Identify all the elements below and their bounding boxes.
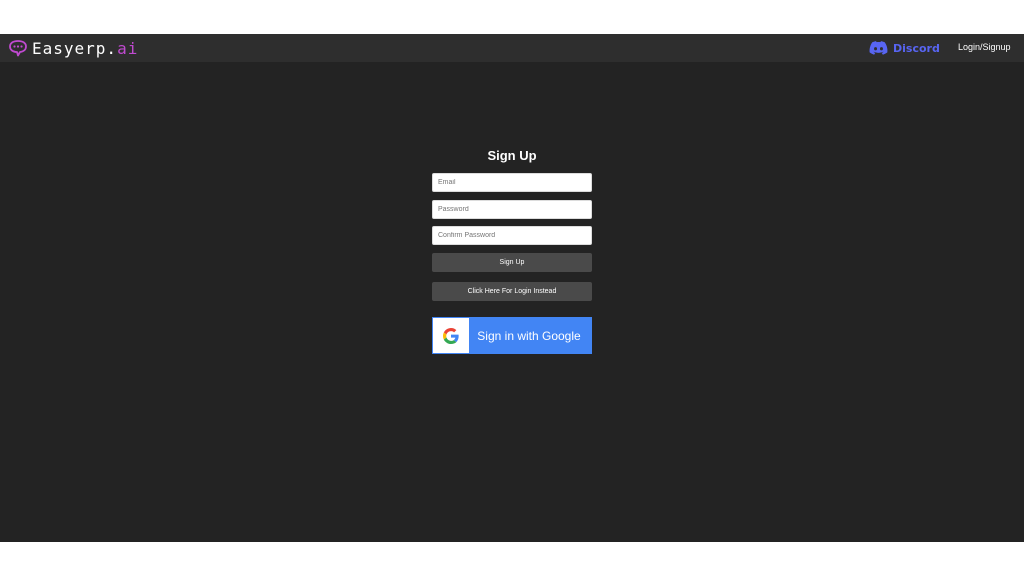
top-navbar: Easyerp.ai Discord Login/Signup: [0, 34, 1024, 62]
signup-button[interactable]: Sign Up: [432, 253, 592, 272]
brand-name-main: Easyerp.: [32, 38, 118, 58]
google-signin-label: Sign in with Google: [477, 328, 581, 343]
google-g-icon: [443, 327, 459, 344]
google-icon-box: [433, 318, 469, 353]
email-field[interactable]: [432, 173, 592, 192]
discord-link[interactable]: Discord: [869, 40, 940, 56]
brand-name: Easyerp.ai: [32, 39, 138, 58]
brand-logo[interactable]: Easyerp.ai: [8, 38, 138, 58]
login-instead-button[interactable]: Click Here For Login Instead: [432, 282, 592, 301]
discord-label: Discord: [893, 41, 940, 55]
google-signin-button[interactable]: Sign in with Google: [432, 317, 592, 354]
chat-bubble-icon: [9, 40, 27, 57]
brand-name-accent: ai: [117, 38, 139, 58]
app-window: Easyerp.ai Discord Login/Signup Sign Up …: [0, 34, 1024, 542]
password-field[interactable]: [432, 200, 592, 219]
login-signup-link[interactable]: Login/Signup: [958, 42, 1011, 52]
confirm-password-field[interactable]: [432, 226, 592, 245]
discord-icon: [869, 41, 888, 55]
signup-title: Sign Up: [487, 148, 537, 163]
